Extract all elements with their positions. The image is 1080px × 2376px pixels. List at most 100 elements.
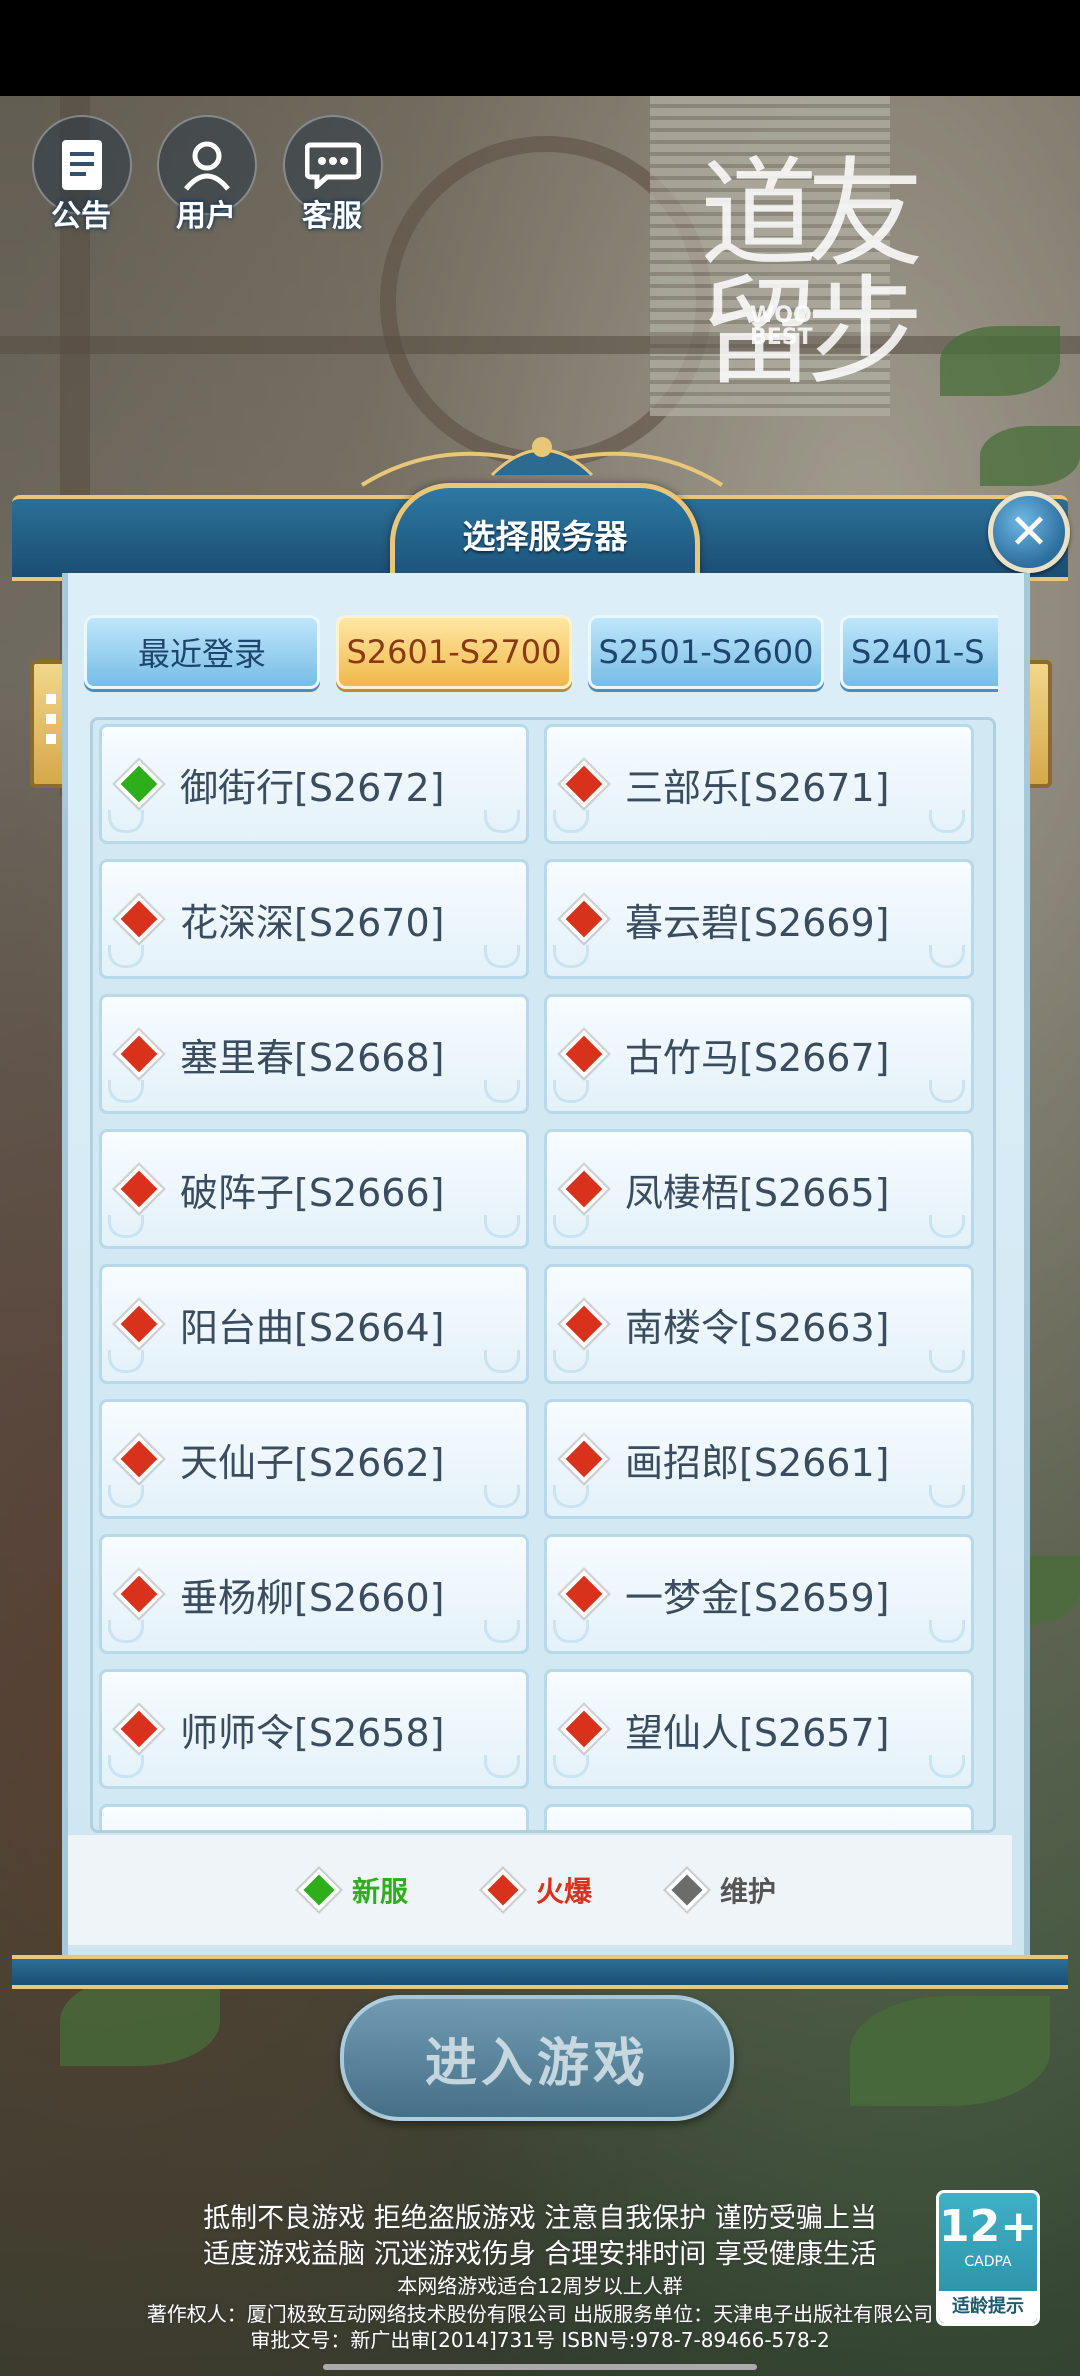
tab-s2601-s2700[interactable]: S2601-S2700 [336,615,572,689]
swirl-decoration [484,945,520,968]
swirl-decoration [929,1755,965,1778]
status-diamond-icon [559,1704,609,1754]
close-button[interactable]: ✕ [988,491,1070,573]
server-name: 三部乐[S2671] [625,765,890,810]
server-item[interactable]: 凤棲梧[S2665] [544,1129,974,1249]
status-diamond-icon [559,1029,609,1079]
dialog-footer-trim [12,1955,1068,1989]
age-tip: 适龄提示 [939,2291,1037,2323]
server-item-partial[interactable] [544,1804,974,1830]
status-diamond-icon [114,894,164,944]
status-diamond-icon [114,1164,164,1214]
status-legend: 新服 火爆 维护 [68,1835,1012,1945]
server-name: 画招郎[S2661] [625,1440,890,1485]
customer-service-button[interactable]: 客服 [283,115,383,259]
copyright-notice: 著作权人：厦门极致互动网络技术股份有限公司 出版服务单位：天津电子出版社有限公司 [146,2302,934,2326]
age-rating-badge[interactable]: 12+ CADPA 适龄提示 [936,2190,1040,2326]
diamond-icon [665,1868,709,1912]
server-name: 破阵子[S2666] [180,1170,445,1215]
server-range-tabs: 最近登录 S2601-S2700 S2501-S2600 S2401-S [84,615,998,695]
swirl-decoration [484,1080,520,1103]
close-icon: ✕ [1008,504,1050,560]
server-name: 阳台曲[S2664] [180,1305,445,1350]
legend-hot: 火爆 [481,1868,592,1912]
server-item[interactable]: 阳台曲[S2664] [99,1264,529,1384]
server-item[interactable]: 古竹马[S2667] [544,994,974,1114]
swirl-decoration [553,1755,589,1778]
server-item[interactable]: 暮云碧[S2669] [544,859,974,979]
server-name: 凤棲梧[S2665] [625,1170,890,1215]
legend-maintenance: 维护 [665,1868,776,1912]
swirl-decoration [929,945,965,968]
server-item[interactable]: 破阵子[S2666] [99,1129,529,1249]
swirl-decoration [553,1620,589,1643]
swirl-decoration [108,1215,144,1238]
server-item[interactable]: 垂杨柳[S2660] [99,1534,529,1654]
server-item[interactable]: 望仙人[S2657] [544,1669,974,1789]
server-select-dialog: 选择服务器 ✕ 最近登录 S2601-S2700 S2501-S2600 S24… [12,437,1070,1989]
server-item[interactable]: 师师令[S2658] [99,1669,529,1789]
tab-s2401[interactable]: S2401-S [840,615,998,689]
tab-recent-login[interactable]: 最近登录 [84,615,320,689]
notice-button[interactable]: 公告 [32,115,132,259]
server-item[interactable]: 画招郎[S2661] [544,1399,974,1519]
swirl-decoration [484,1620,520,1643]
game-logo: 道友留步 WOO BEST [700,135,1000,391]
swirl-decoration [553,810,589,833]
server-item-partial[interactable] [99,1804,529,1830]
swirl-decoration [108,1485,144,1508]
server-item[interactable]: 天仙子[S2662] [99,1399,529,1519]
server-name: 南楼令[S2663] [625,1305,890,1350]
server-name: 垂杨柳[S2660] [180,1575,445,1620]
swirl-decoration [553,945,589,968]
swirl-decoration [484,1350,520,1373]
server-name: 御街行[S2672] [180,765,445,810]
age-notice: 本网络游戏适合12周岁以上人群 [397,2274,683,2298]
tab-s2501-s2600[interactable]: S2501-S2600 [588,615,824,689]
user-label: 用户 [176,199,236,234]
legend-new: 新服 [297,1868,408,1912]
rating-org: CADPA [964,2254,1012,2270]
notice-label: 公告 [51,199,111,234]
document-icon [62,140,102,190]
server-item[interactable]: 塞里春[S2668] [99,994,529,1114]
status-diamond-icon [114,1299,164,1349]
swirl-decoration [108,945,144,968]
server-name: 古竹马[S2667] [625,1035,890,1080]
server-item[interactable]: 花深深[S2670] [99,859,529,979]
status-diamond-icon [559,1569,609,1619]
status-diamond-icon [114,1434,164,1484]
server-list[interactable]: 御街行[S2672] 三部乐[S2671] 花深深[S2670] 暮云碧[S2669]… [90,717,996,1833]
logo-sub: WOO BEST [750,303,813,350]
swirl-decoration [553,1215,589,1238]
swirl-decoration [929,1620,965,1643]
swirl-decoration [553,1485,589,1508]
user-button[interactable]: 用户 [157,115,257,259]
swirl-decoration [929,810,965,833]
status-diamond-icon [114,1029,164,1079]
server-item[interactable]: 南楼令[S2663] [544,1264,974,1384]
user-icon [184,141,230,191]
server-name: 塞里春[S2668] [180,1035,445,1080]
age-rating: 12+ [939,2201,1038,2252]
approval-notice: 审批文号：新广出审[2014]731号 ISBN号:978-7-89466-57… [250,2328,830,2352]
swirl-decoration [108,810,144,833]
server-name: 一梦金[S2659] [625,1575,890,1620]
swirl-decoration [484,1215,520,1238]
swirl-decoration [108,1620,144,1643]
swirl-decoration [108,1080,144,1103]
dialog-title: 选择服务器 [462,517,628,556]
home-indicator [323,2364,757,2370]
server-name: 天仙子[S2662] [180,1440,445,1485]
server-item[interactable]: 一梦金[S2659] [544,1534,974,1654]
customer-service-label: 客服 [302,199,362,234]
enter-game-button[interactable]: 进入游戏 [340,1995,734,2121]
swirl-decoration [108,1755,144,1778]
swirl-decoration [929,1350,965,1373]
server-item[interactable]: 御街行[S2672] [99,724,529,844]
server-item[interactable]: 三部乐[S2671] [544,724,974,844]
diamond-icon [297,1868,341,1912]
server-name: 暮云碧[S2669] [625,900,890,945]
server-name: 师师令[S2658] [180,1710,445,1755]
status-diamond-icon [114,759,164,809]
